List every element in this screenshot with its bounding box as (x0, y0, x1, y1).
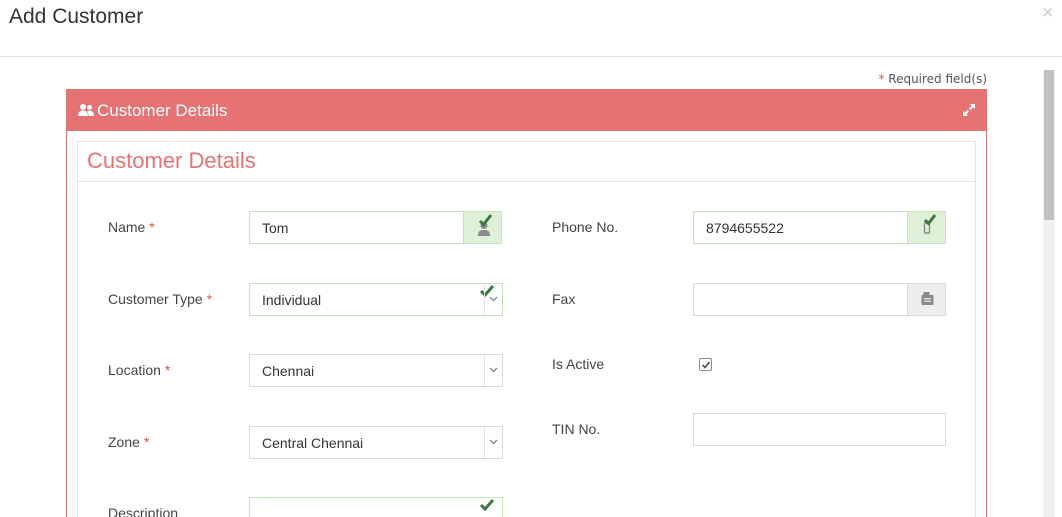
portlet-header: Customer Details (67, 90, 986, 131)
name-label: Name * (108, 219, 155, 235)
zone-value: Central Chennai (262, 435, 364, 451)
customer-type-label: Customer Type * (108, 291, 213, 307)
scrollbar-thumb[interactable] (1044, 70, 1054, 220)
phone-addon (907, 211, 946, 244)
users-icon (78, 104, 94, 116)
fax-addon (907, 283, 946, 316)
required-note-text: Required field(s) (884, 72, 987, 86)
zone-label: Zone * (108, 434, 150, 450)
name-field[interactable]: Tom (249, 211, 502, 244)
zone-select[interactable]: Central Chennai (249, 426, 503, 459)
customer-type-value: Individual (262, 292, 322, 308)
fax-field[interactable] (693, 283, 946, 316)
checkbox-check-icon (701, 361, 711, 369)
required-fields-note: * Required field(s) (878, 72, 987, 86)
fax-icon (921, 292, 934, 305)
scrollbar[interactable] (1043, 70, 1055, 517)
tin-label: TIN No. (552, 421, 601, 437)
chevron-down-icon[interactable] (484, 427, 502, 458)
modal-title: Add Customer (9, 5, 144, 28)
expand-icon[interactable] (962, 103, 976, 117)
customer-details-portlet: Customer Details Customer Details Name *… (66, 89, 987, 517)
phone-value: 8794655522 (706, 220, 784, 236)
close-icon[interactable]: × (1041, 3, 1054, 21)
customer-details-section: Customer Details Name * Tom Customer Typ… (77, 141, 976, 517)
description-textarea[interactable] (249, 497, 503, 517)
mobile-icon (923, 214, 937, 234)
user-icon (478, 214, 493, 236)
tin-field[interactable] (693, 413, 946, 446)
is-active-checkbox[interactable] (699, 358, 712, 371)
location-label: Location * (108, 362, 171, 378)
section-title: Customer Details (87, 148, 256, 173)
phone-field[interactable]: 8794655522 (693, 211, 946, 244)
location-select[interactable]: Chennai (249, 354, 503, 387)
description-label: Description (108, 505, 179, 517)
section-divider (78, 181, 975, 182)
chevron-down-icon[interactable] (484, 284, 502, 315)
customer-type-select[interactable]: Individual (249, 283, 503, 316)
is-active-label: Is Active (552, 356, 605, 372)
phone-label: Phone No. (552, 219, 619, 235)
chevron-down-icon[interactable] (484, 355, 502, 386)
name-addon (463, 211, 502, 244)
location-value: Chennai (262, 363, 315, 379)
modal-header: Add Customer × (0, 0, 1062, 57)
portlet-title: Customer Details (97, 101, 228, 120)
fax-label: Fax (552, 291, 576, 307)
valid-check-icon (480, 499, 494, 511)
modal-body: * Required field(s) Customer Details Cus… (0, 58, 1062, 517)
name-value: Tom (262, 220, 289, 236)
